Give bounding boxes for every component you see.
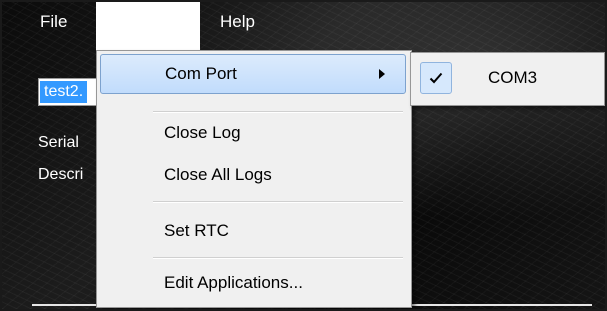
menu-separator [153, 201, 403, 203]
checkmark-icon [420, 62, 452, 94]
menu-bar: File Help [2, 2, 605, 54]
submenu-arrow-icon [379, 69, 385, 79]
menu-item-label: Edit Applications... [164, 273, 303, 292]
dropdown-menu: Com Port Close Log Close All Logs Set RT… [96, 50, 412, 308]
submenu-item-com3[interactable]: COM3 [414, 57, 600, 99]
menu-separator [153, 257, 403, 259]
log-name-selection: test2. [40, 81, 88, 103]
submenu-item-label: COM3 [488, 68, 538, 87]
menu-item-set-rtc[interactable]: Set RTC [100, 211, 406, 251]
serial-label: Serial [38, 134, 79, 151]
menu-file[interactable]: File [40, 2, 67, 48]
menu-item-com-port[interactable]: Com Port [100, 54, 406, 94]
menu-item-label: Set RTC [164, 221, 229, 240]
menu-item-close-all-logs[interactable]: Close All Logs [100, 155, 406, 195]
menu-item-edit-applications[interactable]: Edit Applications... [100, 263, 406, 303]
menu-help[interactable]: Help [220, 2, 255, 48]
menu-item-label: Com Port [165, 64, 237, 83]
menu-item-label: Close Log [164, 123, 241, 142]
menu-item-label: Close All Logs [164, 165, 272, 184]
description-label: Descri [38, 166, 84, 183]
app-window: File Help test2. Serial Descri Com Port … [0, 0, 607, 311]
menu-open-item[interactable] [96, 2, 200, 54]
com-port-submenu: COM3 [410, 52, 605, 106]
menu-item-close-log[interactable]: Close Log [100, 113, 406, 153]
